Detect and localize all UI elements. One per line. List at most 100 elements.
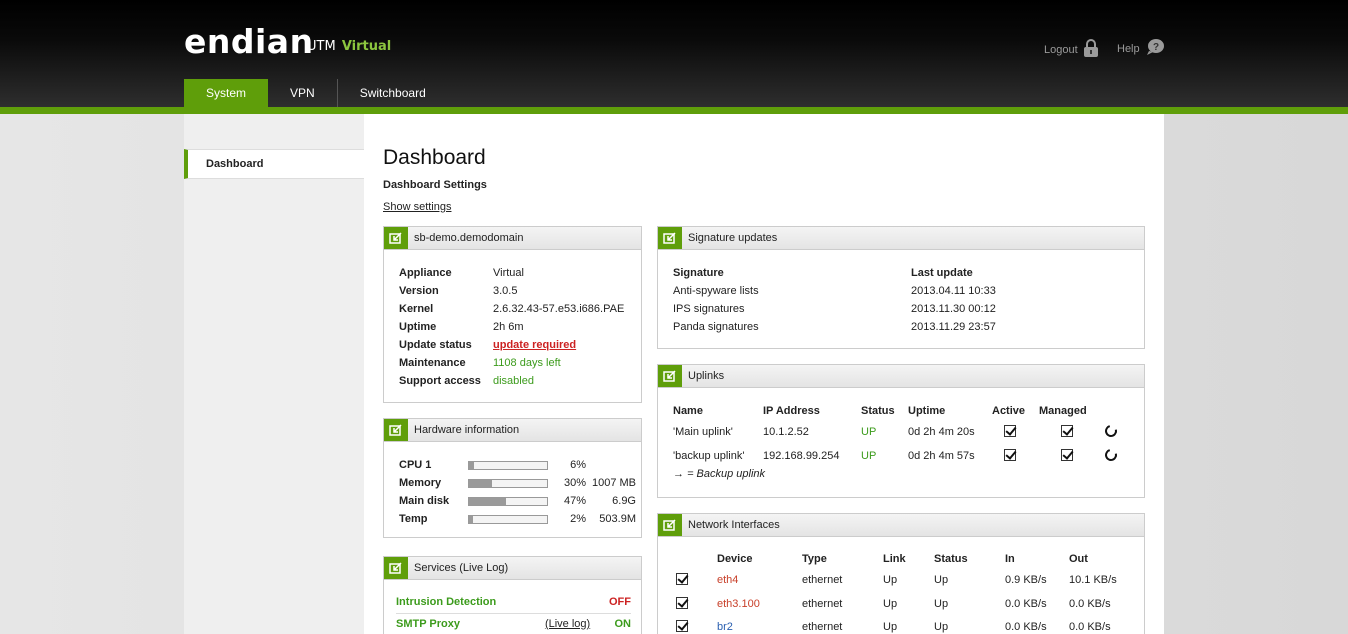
uplink-status: UP xyxy=(861,426,877,438)
column-header: Link xyxy=(883,553,906,565)
column-header-select xyxy=(676,550,717,568)
interface-out: 0.0 KB/s xyxy=(1069,598,1111,610)
panel-title: sb-demo.demodomain xyxy=(414,232,524,244)
services-table: Intrusion Detection OFF SMTP Proxy (Live… xyxy=(396,592,631,634)
header-accent-line xyxy=(0,107,1348,114)
tab-switchboard[interactable]: Switchboard xyxy=(338,79,448,107)
row-value: 1108 days left xyxy=(493,357,561,369)
active-checkbox[interactable] xyxy=(1004,448,1016,461)
table-row: eth3.100 ethernet Up Up 0.0 KB/s 0.0 KB/… xyxy=(676,592,1129,616)
svg-text:?: ? xyxy=(1153,42,1159,53)
interface-link: Up xyxy=(883,598,898,610)
interface-link: Up xyxy=(883,574,898,586)
panel-toggle-icon[interactable] xyxy=(658,227,682,249)
reconnect-icon[interactable] xyxy=(1102,446,1120,463)
interface-in: 0.0 KB/s xyxy=(1005,621,1047,633)
panel-toggle-icon[interactable] xyxy=(384,557,408,579)
table-header-row: Name IP Address Status Uptime Active Man… xyxy=(673,402,1125,420)
table-row: Anti-spyware lists 2013.04.11 10:33 xyxy=(673,282,996,300)
signature-updates-panel: Signature updates Signature Last update A… xyxy=(657,226,1145,349)
column-header: Status xyxy=(861,405,895,417)
panel-toggle-icon[interactable] xyxy=(658,514,682,536)
interface-device-link[interactable]: eth4 xyxy=(717,568,802,592)
signature-date: 2013.11.30 00:12 xyxy=(911,303,996,315)
interface-checkbox[interactable] xyxy=(676,572,688,585)
row-label: Appliance xyxy=(399,267,452,279)
panel-toggle-icon[interactable] xyxy=(384,227,408,249)
appliance-table: Appliance Virtual Version 3.0.5 Kernel 2.6.… xyxy=(399,264,624,390)
interface-device-link[interactable]: eth3.100 xyxy=(717,592,802,616)
table-row: Maintenance 1108 days left xyxy=(399,354,624,372)
panel-title: Network Interfaces xyxy=(688,519,780,531)
update-required-link[interactable]: update required xyxy=(493,339,576,351)
row-label: Uptime xyxy=(399,321,437,333)
usage-amount xyxy=(586,456,636,474)
service-log-link[interactable]: (Live log) xyxy=(527,613,602,634)
uplink-uptime: 0d 2h 4m 57s xyxy=(908,450,975,462)
tab-system[interactable]: System xyxy=(184,79,269,107)
usage-percent: 2% xyxy=(570,513,586,525)
table-row: Uptime 2h 6m xyxy=(399,318,624,336)
panel-title: Hardware information xyxy=(414,424,520,436)
column-header: Out xyxy=(1069,553,1088,565)
main-nav: System VPN Switchboard xyxy=(184,79,448,107)
sidebar-item-dashboard[interactable]: Dashboard xyxy=(184,149,364,179)
interface-checkbox[interactable] xyxy=(676,619,688,632)
column-header: In xyxy=(1005,553,1015,565)
managed-checkbox[interactable] xyxy=(1061,424,1073,437)
usage-percent: 47% xyxy=(563,495,586,507)
interface-in: 0.9 KB/s xyxy=(1005,574,1047,586)
row-value: 3.0.5 xyxy=(493,285,518,297)
usage-amount: 503.9M xyxy=(599,513,636,525)
row-label: Maintenance xyxy=(399,357,466,369)
services-panel: Services (Live Log) Intrusion Detection … xyxy=(383,556,642,634)
interface-device-link[interactable]: br2 xyxy=(717,616,802,634)
usage-bar xyxy=(468,496,548,506)
table-row: br2 ethernet Up Up 0.0 KB/s 0.0 KB/s xyxy=(676,616,1129,634)
backup-uplink-legend: → = Backup uplink xyxy=(673,468,765,480)
signature-table: Signature Last update Anti-spyware lists 2… xyxy=(673,264,996,336)
panel-header: Services (Live Log) xyxy=(384,557,641,580)
panel-toggle-icon[interactable] xyxy=(384,419,408,441)
service-state[interactable]: OFF xyxy=(602,592,631,613)
managed-checkbox[interactable] xyxy=(1061,448,1073,461)
column-header: Type xyxy=(802,553,827,565)
interface-in: 0.0 KB/s xyxy=(1005,598,1047,610)
row-label: Temp xyxy=(399,513,428,525)
show-settings-link[interactable]: Show settings xyxy=(383,201,451,213)
interface-checkbox[interactable] xyxy=(676,596,688,609)
interface-link: Up xyxy=(883,621,898,633)
row-value: Virtual xyxy=(493,267,524,279)
column-header: Uptime xyxy=(908,405,946,417)
usage-bar xyxy=(468,514,548,524)
tab-vpn[interactable]: VPN xyxy=(268,79,337,107)
logout-link[interactable]: Logout xyxy=(1044,38,1099,61)
column-header: Device xyxy=(717,553,753,565)
uplink-name[interactable]: 'Main uplink' xyxy=(673,420,763,444)
column-header: Managed xyxy=(1039,405,1087,417)
uplinks-panel: Uplinks Name IP Address Status Uptime Ac… xyxy=(657,364,1145,498)
help-bubble-icon: ? xyxy=(1145,38,1165,59)
sidebar: Dashboard xyxy=(184,114,364,634)
column-header: Active xyxy=(992,405,1026,417)
interface-status: Up xyxy=(934,574,949,586)
table-row: SMTP Proxy (Live log) ON xyxy=(396,613,631,634)
reconnect-icon[interactable] xyxy=(1102,422,1120,439)
table-row: 'backup uplink' 192.168.99.254 UP 0d 2h … xyxy=(673,444,1125,468)
network-interfaces-panel: Network Interfaces Device Type Link Stat… xyxy=(657,513,1145,634)
service-log-link[interactable] xyxy=(527,592,602,613)
active-checkbox[interactable] xyxy=(1004,424,1016,437)
network-interfaces-table: Device Type Link Status In Out eth4 ethe… xyxy=(676,550,1129,634)
help-link[interactable]: Help ? xyxy=(1117,38,1165,59)
panel-title: Uplinks xyxy=(688,370,725,382)
page-title: Dashboard xyxy=(383,146,486,169)
panel-toggle-icon[interactable] xyxy=(658,365,682,387)
row-value: 2.6.32.43-57.e53.i686.PAE xyxy=(493,303,625,315)
service-state[interactable]: ON xyxy=(602,613,632,634)
live-log-link[interactable]: (Live Log) xyxy=(459,562,508,574)
column-header: Status xyxy=(934,553,968,565)
uplink-name[interactable]: 'backup uplink' xyxy=(673,444,763,468)
usage-bar-fill xyxy=(469,497,506,505)
signature-name: Anti-spyware lists xyxy=(673,285,759,297)
product-edition: Virtual xyxy=(341,39,392,54)
